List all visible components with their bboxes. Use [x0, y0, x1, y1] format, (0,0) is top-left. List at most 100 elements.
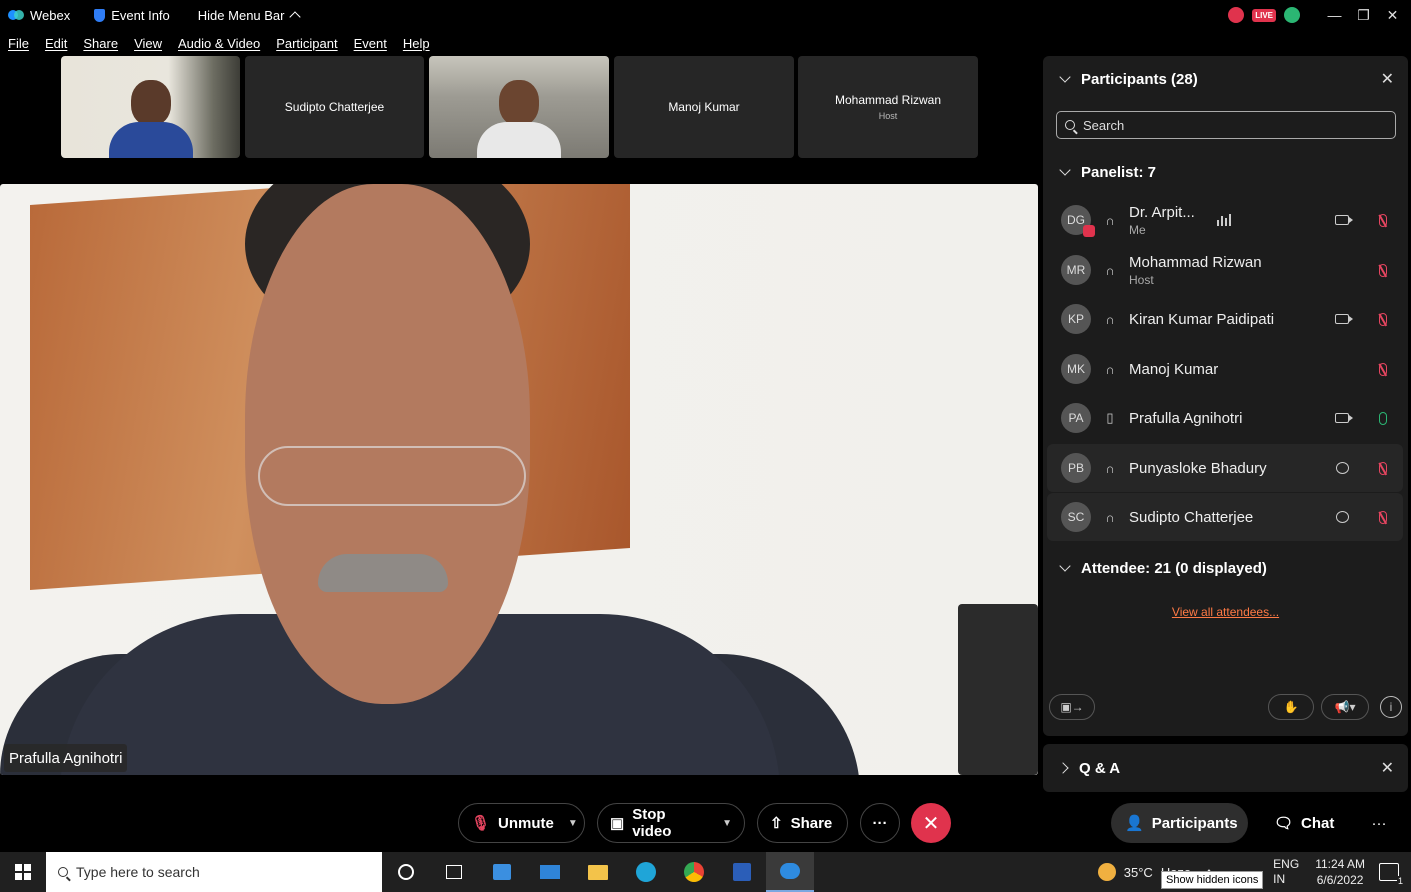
- participant-row[interactable]: MR ∩ Mohammad Rizwan Host: [1047, 246, 1403, 294]
- avatar: PA: [1061, 403, 1091, 433]
- menu-help[interactable]: Help: [395, 36, 438, 51]
- headset-icon: ∩: [1105, 212, 1115, 228]
- participant-row[interactable]: MK ∩ Manoj Kumar: [1047, 345, 1403, 393]
- chat-tab-button[interactable]: 🗨 Chat: [1260, 803, 1350, 843]
- participant-name: Punyasloke Bhadury: [1129, 459, 1267, 477]
- event-info-button[interactable]: Event Info: [86, 0, 178, 30]
- avatar: SC: [1061, 502, 1091, 532]
- cortana-icon[interactable]: [382, 852, 430, 892]
- unmute-button[interactable]: 🎙 Unmute ▼: [458, 803, 585, 843]
- menu-view[interactable]: View: [126, 36, 170, 51]
- info-icon[interactable]: i: [1380, 696, 1402, 718]
- close-panel-button[interactable]: ✕: [1381, 69, 1394, 89]
- edge-browser-icon[interactable]: [622, 852, 670, 892]
- share-button[interactable]: ⇧ Share: [757, 803, 848, 843]
- clock[interactable]: 11:24 AM 6/6/2022: [1315, 856, 1365, 888]
- start-button[interactable]: [0, 852, 46, 892]
- thumbnail-manoj[interactable]: Manoj Kumar: [614, 56, 794, 158]
- clock-date: 6/6/2022: [1316, 873, 1364, 887]
- background-printer: [958, 604, 1038, 775]
- attendee-count: Attendee: 21 (0 displayed): [1081, 559, 1267, 577]
- weather-icon[interactable]: [1097, 863, 1116, 881]
- participants-tab-button[interactable]: 👤 Participants: [1111, 803, 1248, 843]
- close-window-button[interactable]: ✕: [1378, 0, 1407, 30]
- participant-row[interactable]: DG ∩ Dr. Arpit... Me: [1047, 196, 1403, 244]
- chat-bubble-icon[interactable]: [1336, 511, 1349, 523]
- participant-row[interactable]: SC ∩ Sudipto Chatterjee: [1047, 493, 1403, 541]
- language-indicator[interactable]: ENG IN: [1273, 857, 1299, 887]
- presenter-badge-icon: [1083, 225, 1095, 237]
- mic-muted-icon[interactable]: [1379, 461, 1387, 475]
- menu-event[interactable]: Event: [346, 36, 395, 51]
- panelist-section-header[interactable]: Panelist: 7: [1043, 159, 1156, 185]
- lang-secondary: IN: [1273, 872, 1286, 886]
- more-icon: ···: [872, 814, 888, 832]
- close-icon: ✕: [922, 812, 940, 835]
- thumbnail-name: Mohammad Rizwan: [834, 93, 942, 107]
- webex-taskbar-icon[interactable]: [766, 852, 814, 892]
- view-all-attendees-link[interactable]: View all attendees...: [1043, 605, 1408, 619]
- mic-muted-icon[interactable]: [1379, 213, 1387, 227]
- phone-icon: ▯: [1106, 410, 1114, 425]
- mail-icon[interactable]: [526, 852, 574, 892]
- file-explorer-icon[interactable]: [574, 852, 622, 892]
- menu-participant[interactable]: Participant: [268, 36, 345, 51]
- participant-search-input[interactable]: Search: [1056, 111, 1396, 139]
- panel-footer: ▣→ ✋ 📢▾ i: [1043, 694, 1408, 722]
- thumbnail-video[interactable]: [429, 56, 609, 158]
- mic-muted-icon[interactable]: [1379, 510, 1387, 524]
- mic-muted-icon[interactable]: [1379, 263, 1387, 277]
- raise-hand-button[interactable]: ✋: [1268, 694, 1314, 720]
- recording-icon[interactable]: [1228, 7, 1245, 23]
- share-screen-icon: ⇧: [770, 815, 783, 832]
- participants-panel-header[interactable]: Participants (28) ✕: [1043, 56, 1408, 102]
- move-to-stage-button[interactable]: ▣→: [1049, 694, 1095, 720]
- thumbnail-mohammad[interactable]: Mohammad Rizwan Host: [798, 56, 978, 158]
- live-badge[interactable]: LIVE: [1252, 8, 1276, 22]
- chat-bubble-icon[interactable]: [1336, 462, 1349, 474]
- unmute-label: Unmute: [498, 814, 554, 832]
- leave-meeting-button[interactable]: ✕: [911, 803, 951, 843]
- menu-audio-video[interactable]: Audio & Video: [170, 36, 268, 51]
- more-options-button[interactable]: ···: [860, 803, 900, 843]
- mic-muted-icon[interactable]: [1379, 312, 1387, 326]
- hide-menu-bar-button[interactable]: Hide Menu Bar: [190, 0, 307, 30]
- mic-muted-icon[interactable]: [1379, 362, 1387, 376]
- thumbnail-sudipto[interactable]: Sudipto Chatterjee: [245, 56, 424, 158]
- menu-file[interactable]: File: [0, 36, 37, 51]
- main-video-stage[interactable]: [0, 184, 1038, 775]
- close-qa-button[interactable]: ✕: [1381, 758, 1394, 778]
- weather-temp[interactable]: 35°C: [1124, 865, 1153, 880]
- participant-row[interactable]: KP ∩ Kiran Kumar Paidipati: [1047, 295, 1403, 343]
- video-camera-icon[interactable]: [1335, 314, 1353, 324]
- task-view-icon[interactable]: [430, 852, 478, 892]
- store-icon[interactable]: [478, 852, 526, 892]
- participant-row[interactable]: PA ▯ Prafulla Agnihotri: [1047, 394, 1403, 442]
- menu-share[interactable]: Share: [75, 36, 126, 51]
- network-health-icon[interactable]: [1284, 7, 1300, 23]
- thumbnail-video[interactable]: [61, 56, 240, 158]
- menu-edit[interactable]: Edit: [37, 36, 75, 51]
- chat-bubble-icon: 🗨: [1274, 815, 1294, 832]
- word-icon[interactable]: [718, 852, 766, 892]
- participant-row[interactable]: PB ∩ Punyasloke Bhadury: [1047, 444, 1403, 492]
- notification-center-icon[interactable]: 1: [1379, 863, 1404, 886]
- attendee-section-header[interactable]: Attendee: 21 (0 displayed): [1043, 555, 1267, 581]
- mic-on-icon[interactable]: [1379, 411, 1387, 425]
- minimize-button[interactable]: —: [1320, 0, 1349, 30]
- taskbar-search-input[interactable]: Type here to search: [46, 852, 382, 892]
- panel-more-button[interactable]: ···: [1362, 803, 1396, 843]
- chevron-down-icon[interactable]: ▼: [722, 818, 732, 829]
- video-camera-icon[interactable]: [1335, 215, 1353, 225]
- stop-video-button[interactable]: ▣ Stop video ▼: [597, 803, 745, 843]
- speaker-mustache: [318, 554, 448, 592]
- qa-title: Q & A: [1079, 759, 1121, 777]
- maximize-button[interactable]: ❐: [1349, 0, 1378, 30]
- chevron-down-icon[interactable]: ▼: [568, 818, 578, 829]
- qa-panel-header[interactable]: Q & A ✕: [1043, 744, 1408, 792]
- announce-button[interactable]: 📢▾: [1321, 694, 1369, 720]
- avatar: DG: [1061, 205, 1095, 237]
- chrome-browser-icon[interactable]: [670, 852, 718, 892]
- avatar: KP: [1061, 304, 1091, 334]
- video-camera-icon[interactable]: [1335, 413, 1353, 423]
